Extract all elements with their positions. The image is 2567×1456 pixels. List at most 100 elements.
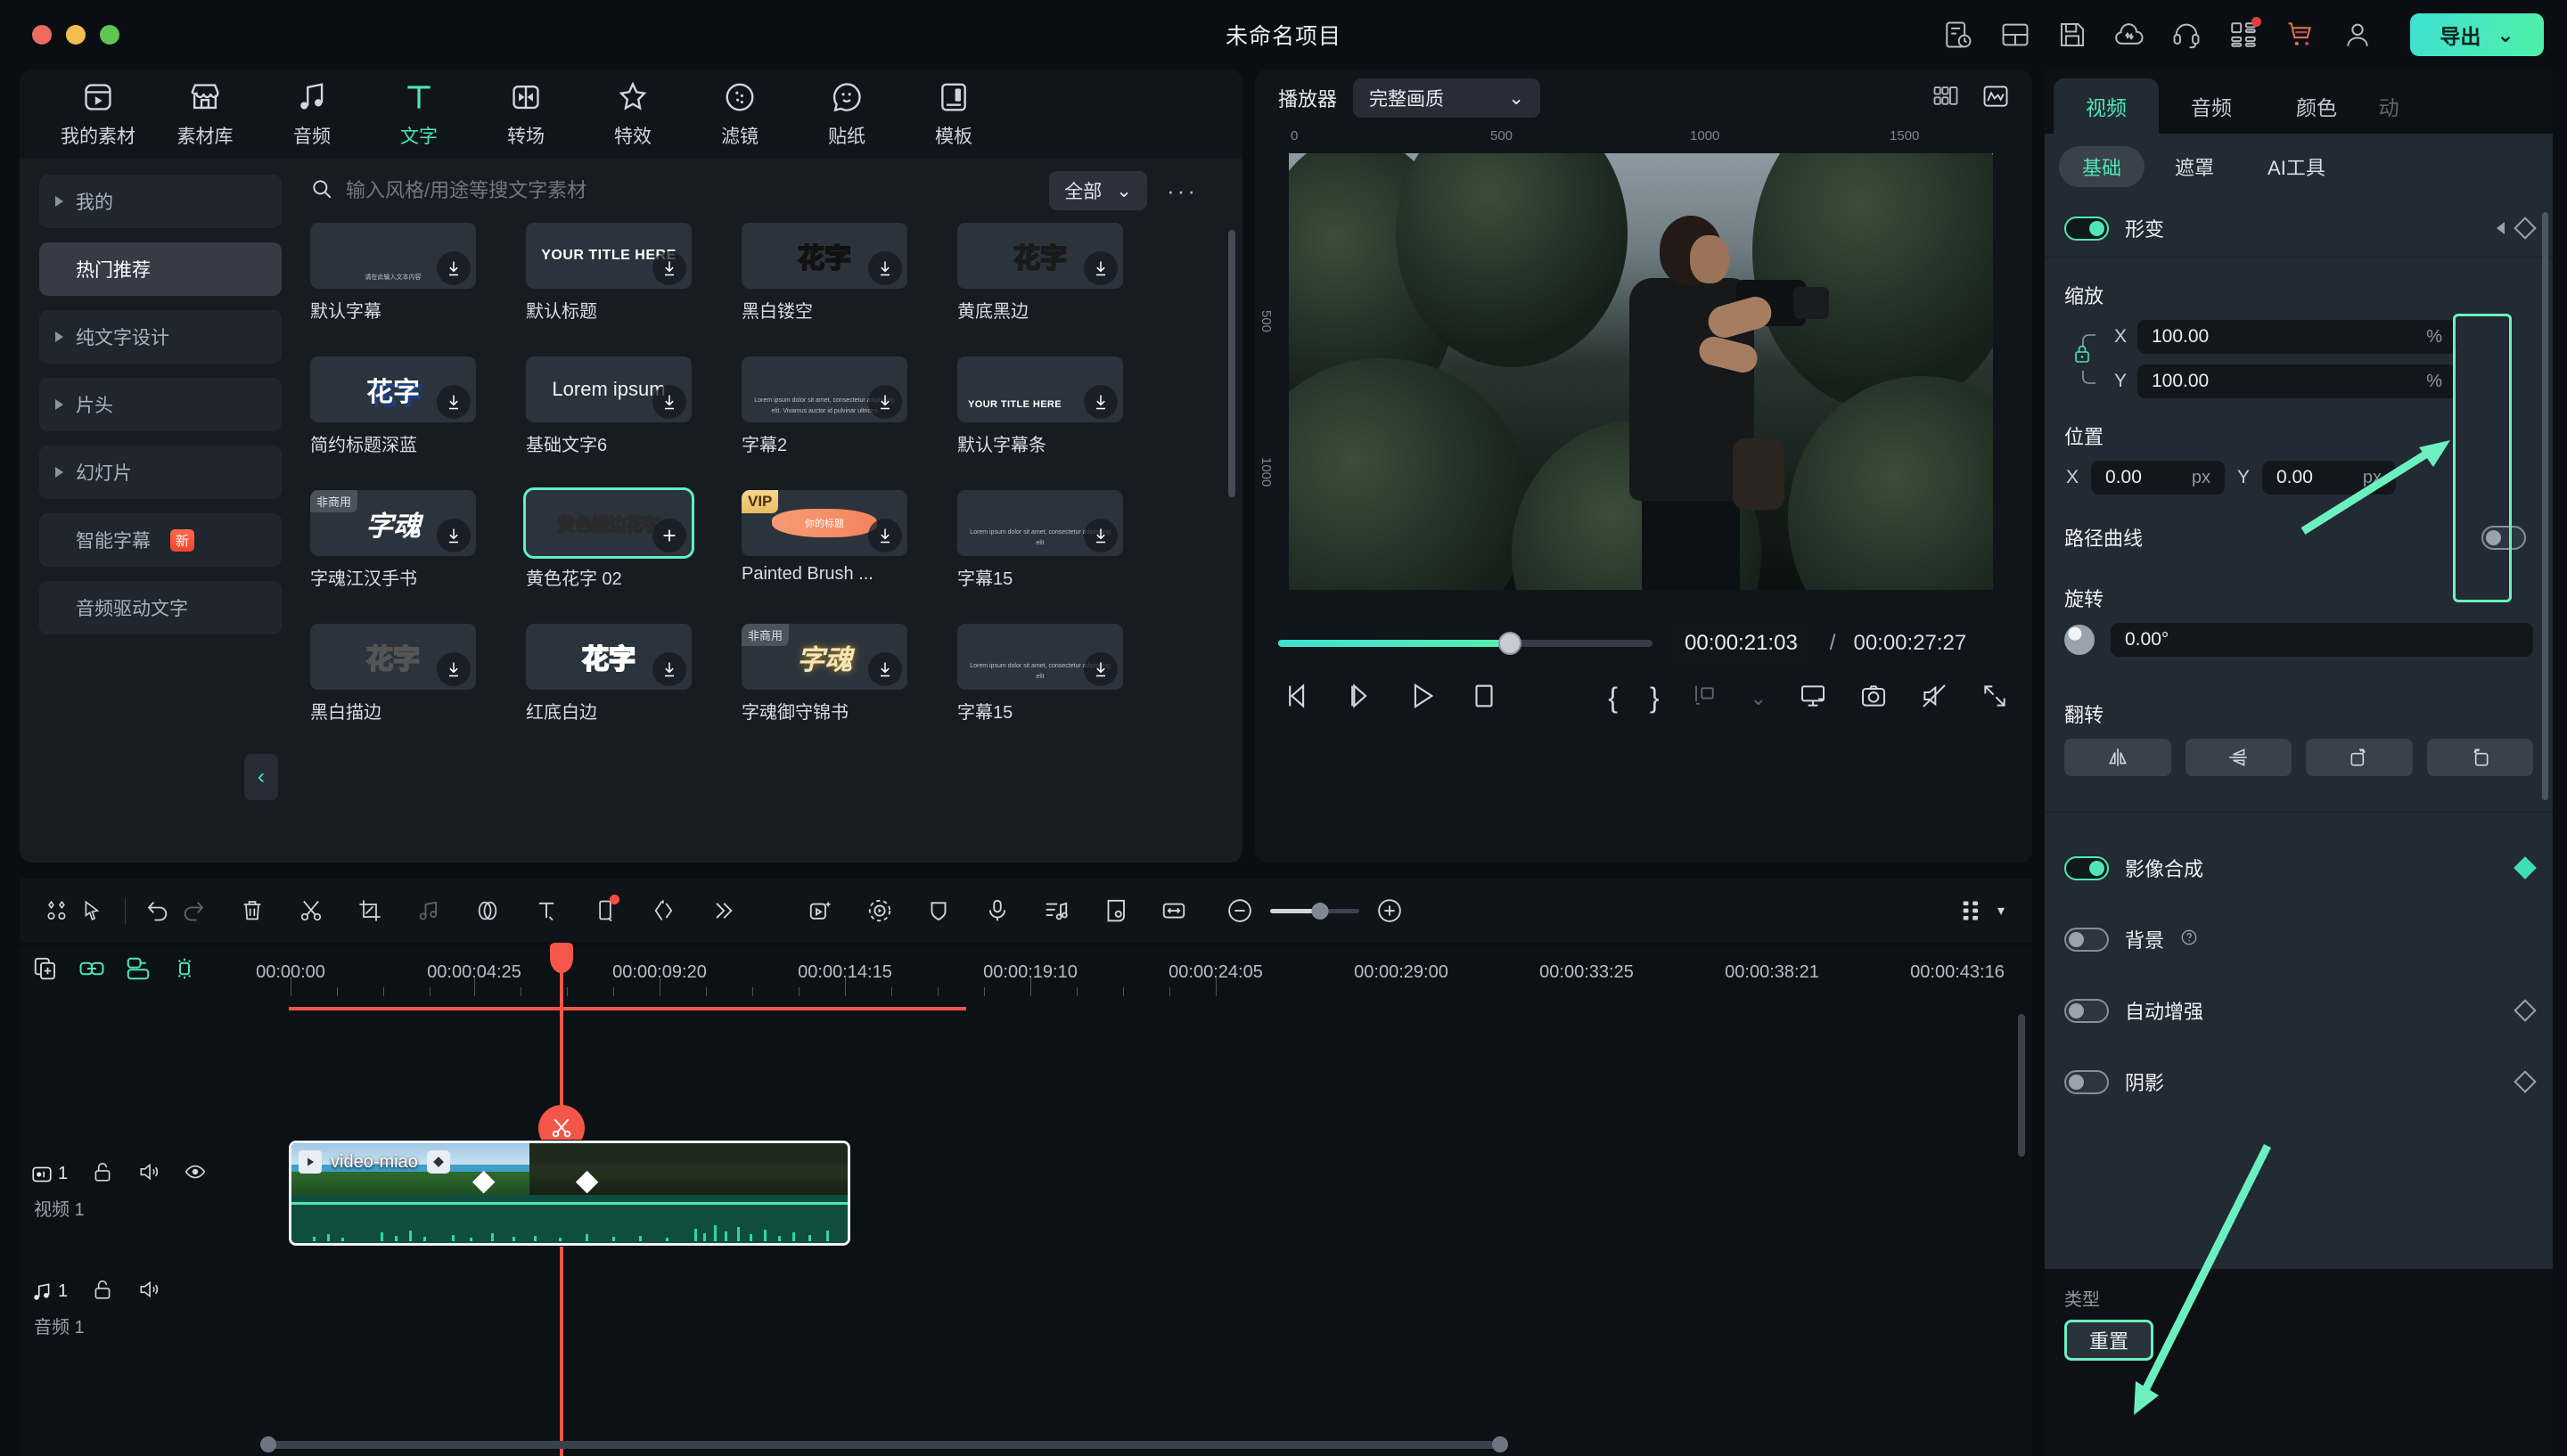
keyframe-diamond-icon[interactable] (2514, 999, 2537, 1022)
add-to-timeline-icon[interactable] (652, 519, 686, 552)
template-item[interactable]: 花字 黄底黑边 (957, 223, 1123, 323)
template-thumb[interactable]: 非商用 字魂 (742, 624, 907, 690)
stop-button[interactable] (1469, 681, 1499, 716)
scrollbar-handle-right[interactable] (1492, 1436, 1508, 1452)
delete-trash-icon[interactable] (234, 893, 270, 928)
sidebar-item-hot-recommend[interactable]: 热门推荐 (39, 242, 282, 296)
unlock-icon[interactable] (91, 1278, 114, 1305)
category-tab-filter[interactable]: 滤镜 (686, 80, 793, 149)
template-item[interactable]: 花字 黑白描边 (310, 624, 476, 724)
download-icon[interactable] (437, 519, 471, 552)
grid-scrollbar[interactable] (1228, 230, 1235, 497)
template-item[interactable]: YOUR TITLE HERE 默认标题 (526, 223, 692, 323)
mask-shape-icon[interactable] (921, 893, 956, 928)
template-thumb[interactable]: 黄色描边花字 (523, 487, 694, 559)
play-button[interactable] (1407, 681, 1437, 716)
template-item[interactable]: Lorem ipsum dolor sit amet, consectetur … (742, 356, 907, 456)
download-icon[interactable] (1084, 519, 1118, 552)
sidebar-item-pure-text-design[interactable]: 纯文字设计 (39, 310, 282, 364)
template-thumb[interactable]: Lorem ipsum (526, 356, 692, 422)
download-icon[interactable] (868, 385, 902, 419)
template-thumb[interactable]: Lorem ipsum dolor sit amet, consectetur … (742, 356, 907, 422)
template-thumb[interactable]: 花字 (310, 624, 476, 690)
auto-beat-sync-icon[interactable] (1097, 893, 1133, 928)
group-clips-icon[interactable] (125, 955, 152, 986)
split-scissors-icon[interactable] (293, 893, 329, 928)
play-icon[interactable] (299, 1150, 322, 1174)
undo-icon[interactable] (140, 893, 176, 928)
download-icon[interactable] (652, 251, 686, 285)
download-icon[interactable] (1084, 385, 1118, 419)
category-tab-stock-library[interactable]: 素材库 (152, 80, 258, 149)
link-clips-icon[interactable] (78, 955, 105, 986)
color-match-icon[interactable] (470, 893, 505, 928)
download-icon[interactable] (868, 519, 902, 552)
download-icon[interactable] (1084, 251, 1118, 285)
ai-smart-cutout-icon[interactable] (803, 893, 839, 928)
flip-horizontal-button[interactable] (2064, 739, 2171, 776)
playback-progress-slider[interactable] (1278, 632, 1653, 655)
unlock-icon[interactable] (91, 1160, 114, 1188)
auto-enhance-toggle[interactable] (2064, 998, 2109, 1023)
cloud-upload-icon[interactable] (2114, 20, 2145, 50)
category-tab-transition[interactable]: 转场 (472, 80, 579, 149)
save-icon[interactable] (2057, 20, 2087, 50)
background-toggle[interactable] (2064, 927, 2109, 952)
video-preview[interactable] (1289, 153, 1993, 590)
scale-y-input[interactable]: 100.00 % (2137, 364, 2456, 398)
category-tab-sticker[interactable]: 贴纸 (793, 80, 900, 149)
shadow-toggle[interactable] (2064, 1069, 2109, 1094)
prev-keyframe-icon[interactable] (2497, 222, 2505, 234)
timeline-horizontal-scrollbar[interactable] (260, 1436, 1508, 1452)
chevron-left-icon[interactable]: ‹ (244, 754, 278, 800)
template-item[interactable]: VIP 你的标题 Painted Brush ... (742, 490, 907, 590)
keyframe-dropdown-chevron-down-icon[interactable]: ⌄ (1751, 687, 1767, 710)
reset-button[interactable]: 重置 (2064, 1320, 2153, 1361)
zoom-slider-handle[interactable] (1311, 902, 1329, 920)
more-chevrons-icon[interactable] (705, 893, 741, 928)
sidebar-item-my[interactable]: 我的 (39, 175, 282, 228)
template-item[interactable]: YOUR TITLE HERE 默认字幕条 (957, 356, 1123, 456)
search-input[interactable] (346, 179, 809, 202)
download-icon[interactable] (868, 652, 902, 686)
rotate-right-button[interactable] (2306, 739, 2413, 776)
voiceover-mic-icon[interactable] (980, 893, 1015, 928)
rotate-left-button[interactable] (2426, 739, 2533, 776)
download-icon[interactable] (437, 251, 471, 285)
timeline-vertical-scrollbar[interactable] (2018, 1014, 2025, 1157)
template-item[interactable]: 花字 红底白边 (526, 624, 692, 724)
link-scale-axes[interactable] (2064, 326, 2102, 392)
mark-in-button[interactable]: { (1608, 682, 1618, 715)
category-tab-audio[interactable]: 音频 (258, 80, 365, 149)
tab-video[interactable]: 视频 (2054, 78, 2159, 134)
keyframe-diamond-icon[interactable] (2514, 217, 2537, 240)
properties-scrollbar[interactable] (2542, 212, 2548, 800)
keyframe-diamond-icon[interactable] (2514, 1070, 2537, 1093)
zoom-out-button[interactable] (1222, 893, 1258, 928)
apps-grid-icon[interactable] (2228, 17, 2261, 50)
scrollbar-handle-left[interactable] (260, 1436, 276, 1452)
template-item[interactable]: Lorem ipsum dolor sit amet, consectetur … (957, 624, 1123, 724)
template-thumb[interactable]: 非商用 字魂 (310, 490, 476, 556)
speaker-icon[interactable] (137, 1160, 160, 1188)
compositing-toggle[interactable] (2064, 855, 2109, 880)
tab-animation[interactable]: 动 (2369, 78, 2408, 134)
speaker-icon[interactable] (137, 1278, 160, 1305)
eye-icon[interactable] (184, 1160, 207, 1188)
zoom-slider[interactable] (1270, 902, 1359, 920)
template-item[interactable]: Lorem ipsum dolor sit amet, consectetur … (957, 490, 1123, 590)
tab-color[interactable]: 颜色 (2264, 78, 2369, 134)
template-thumb[interactable]: 花字 (742, 223, 907, 289)
flip-vertical-button[interactable] (2185, 739, 2292, 776)
sub-tab-basic[interactable]: 基础 (2059, 146, 2145, 187)
category-tab-text[interactable]: 文字 (365, 80, 472, 149)
grid-chevron-down-icon[interactable]: ▾ (1989, 893, 2013, 928)
rotation-input[interactable]: 0.00° (2111, 623, 2533, 657)
keyframe-diamond-icon[interactable] (2514, 856, 2537, 879)
select-cursor-icon[interactable] (75, 893, 111, 928)
category-tab-my-media[interactable]: 我的素材 (45, 80, 152, 149)
template-item[interactable]: 请在此输入文本内容 默认字幕 (310, 223, 476, 323)
headset-support-icon[interactable] (2171, 20, 2202, 50)
task-history-icon[interactable] (1943, 20, 1973, 50)
template-thumb[interactable]: Lorem ipsum dolor sit amet, consectetur … (957, 624, 1123, 690)
